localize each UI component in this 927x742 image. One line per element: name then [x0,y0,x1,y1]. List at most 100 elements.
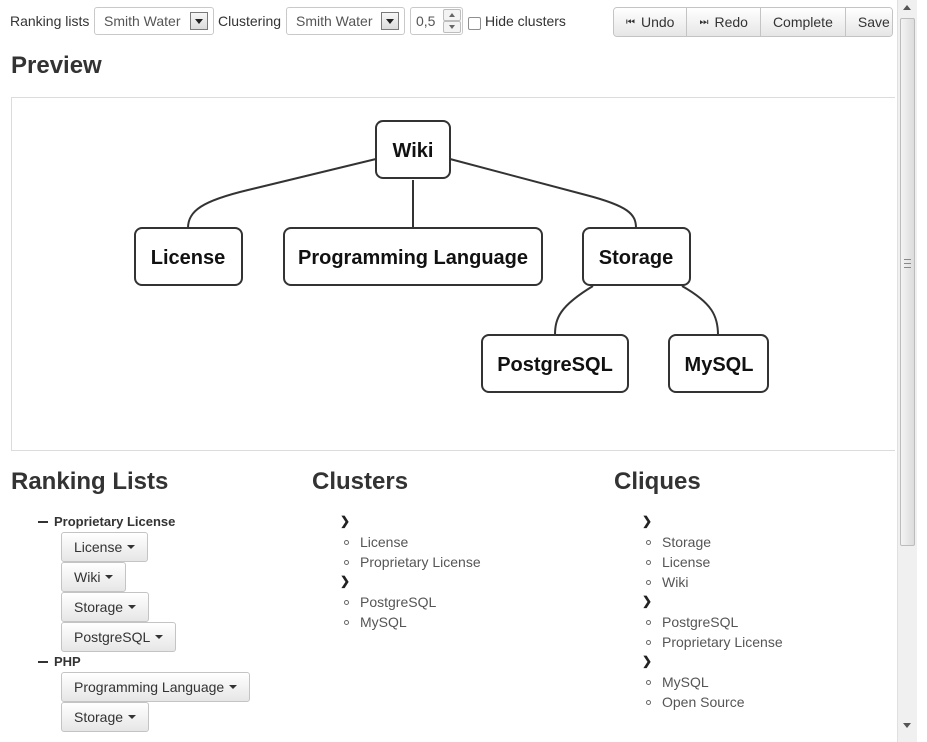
ranking-item-label: Storage [74,599,124,615]
grip-icon [904,259,911,268]
edge-wiki-storage [449,158,637,229]
node-programming-language[interactable]: Programming Language [283,227,543,286]
edge-wiki-license [187,158,377,229]
step-backward-icon: ⏮ [626,16,635,28]
node-storage-label: Storage [599,247,673,269]
hide-clusters-label: Hide clusters [485,13,566,29]
clique-list-item: MySQL [646,674,709,690]
decrement-arrow-icon[interactable] [443,21,461,33]
taxonomy-tree-diagram: Wiki License Programming Language Storag… [134,120,769,393]
cluster-list-item: MySQL [344,614,407,630]
clique-list-item: PostgreSQL [646,614,738,630]
vertical-scrollbar[interactable] [897,0,917,742]
node-wiki[interactable]: Wiki [375,120,451,179]
redo-button[interactable]: ⏭ Redo [687,8,761,36]
ranking-item-dropdown[interactable]: Storage [61,702,150,732]
save-label: Save [857,14,890,30]
caret-down-icon [127,545,136,549]
clique-item-label: Wiki [662,574,689,590]
hide-clusters-checkbox[interactable] [468,17,481,30]
complete-button[interactable]: Complete [760,8,846,36]
caret-down-icon [128,715,137,719]
clique-list-item: Wiki [646,574,688,590]
scroll-up-arrow-icon[interactable] [903,5,911,10]
ranking-item-dropdown[interactable]: Storage [61,592,150,622]
ranking-item-label: License [74,539,123,555]
history-button-group: ⏮ Undo ⏭ Redo Complete Save [613,7,893,37]
bullet-icon [646,619,651,625]
ranking-group-name: PHP [54,654,81,669]
clustering-algorithm-select[interactable]: Smith Water [286,7,405,35]
clusters-title: Clusters [312,468,409,495]
ranking-lists-title: Ranking Lists [11,468,169,495]
node-license[interactable]: License [134,227,243,286]
cluster-list-item: PostgreSQL [344,594,436,610]
clique-item-label: License [662,554,711,570]
ranking-group-header[interactable]: PHP [38,654,81,669]
cliques-title: Cliques [614,468,701,495]
bullet-icon [344,539,349,545]
ranking-algorithm-select[interactable]: Smith Water [94,7,214,35]
bullet-icon [646,579,651,585]
bullet-icon [646,699,651,705]
ranking-item-label: PostgreSQL [74,629,151,645]
caret-down-icon [128,605,137,609]
threshold-value: 0,5 [416,13,436,29]
bullet-icon [646,639,651,645]
clique-item-label: Open Source [662,694,745,710]
scroll-down-arrow-icon[interactable] [903,723,911,728]
ranking-item-label: Storage [74,709,124,725]
clique-list-item: Storage [646,534,711,550]
redo-label: Redo [714,14,748,30]
ranking-lists-label: Ranking lists [10,13,90,29]
ranking-item-dropdown[interactable]: License [61,532,149,562]
increment-arrow-icon[interactable] [443,9,461,21]
node-postgresql[interactable]: PostgreSQL [481,334,629,393]
clique-list-item: Open Source [646,694,745,710]
chevron-right-icon[interactable]: ❯ [642,594,652,608]
collapse-icon[interactable] [38,520,48,523]
ranking-item-label: Programming Language [74,679,225,695]
cluster-list-item: License [344,534,408,550]
chevron-down-icon [381,12,399,30]
preview-canvas: Wiki License Programming Language Storag… [11,97,895,451]
node-mysql-label: MySQL [685,354,754,376]
clique-item-label: MySQL [662,674,709,690]
chevron-right-icon[interactable]: ❯ [340,574,350,588]
save-button[interactable]: Save [845,8,892,36]
collapse-icon[interactable] [38,660,48,663]
cluster-item-label: MySQL [360,614,407,630]
step-forward-icon: ⏭ [699,16,709,28]
chevron-right-icon[interactable]: ❯ [642,514,652,528]
preview-title: Preview [11,52,102,79]
threshold-spinner[interactable]: 0,5 [410,7,463,35]
ranking-group-header[interactable]: Proprietary License [38,514,175,529]
cluster-item-label: PostgreSQL [360,594,437,610]
node-postgresql-label: PostgreSQL [497,354,613,376]
bullet-icon [646,559,651,565]
scrollbar-thumb[interactable] [900,18,915,546]
cluster-item-label: Proprietary License [360,554,481,570]
bullet-icon [646,539,651,545]
node-wiki-label: Wiki [393,140,434,162]
undo-button[interactable]: ⏮ Undo [614,8,688,36]
clique-item-label: Proprietary License [662,634,783,650]
bullet-icon [646,679,651,685]
node-mysql[interactable]: MySQL [668,334,769,393]
ranking-item-dropdown[interactable]: Wiki [61,562,127,592]
clustering-label: Clustering [218,13,282,29]
undo-label: Undo [641,14,675,30]
cluster-item-label: License [360,534,409,550]
caret-down-icon [155,635,164,639]
chevron-right-icon[interactable]: ❯ [642,654,652,668]
clustering-algorithm-value: Smith Water [296,13,373,29]
ranking-item-dropdown[interactable]: Programming Language [61,672,251,702]
node-storage[interactable]: Storage [582,227,691,286]
node-license-label: License [151,247,225,269]
bullet-icon [344,559,349,565]
ranking-item-dropdown[interactable]: PostgreSQL [61,622,177,652]
clique-item-label: Storage [662,534,712,550]
caret-down-icon [229,685,238,689]
chevron-right-icon[interactable]: ❯ [340,514,350,528]
chevron-down-icon [190,12,208,30]
